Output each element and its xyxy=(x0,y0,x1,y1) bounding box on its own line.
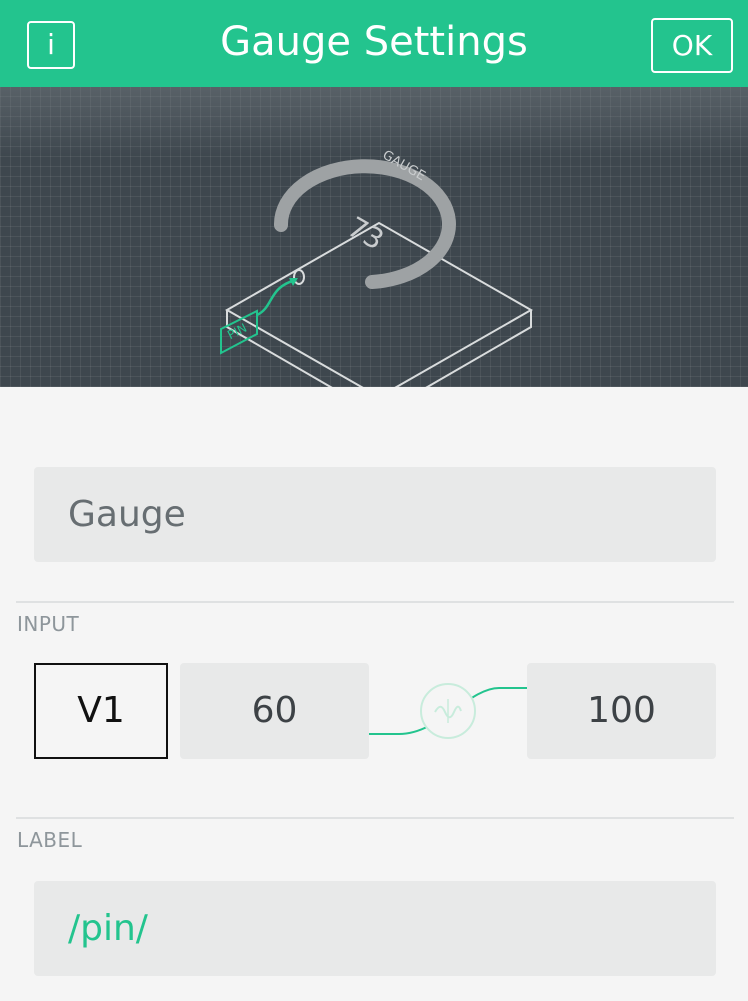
ok-button[interactable]: OK xyxy=(651,18,733,73)
gauge-device-illustration: PIN GAUGE 73 xyxy=(220,148,534,387)
divider xyxy=(16,817,734,819)
label-input[interactable]: /pin/ xyxy=(34,881,716,976)
max-value-input[interactable]: 100 xyxy=(527,663,716,759)
gauge-value: 73 xyxy=(342,210,389,256)
input-section-label: INPUT xyxy=(17,612,80,636)
pin-select-button[interactable]: V1 xyxy=(34,663,168,759)
label-section-label: LABEL xyxy=(17,828,83,852)
header-bar: i Gauge Settings OK xyxy=(0,0,748,87)
widget-preview: PIN GAUGE 73 xyxy=(0,87,748,387)
page-title: Gauge Settings xyxy=(220,19,528,65)
divider xyxy=(16,601,734,603)
min-value-input[interactable]: 60 xyxy=(180,663,369,759)
mapping-curve xyxy=(369,683,527,739)
widget-name-input[interactable]: Gauge xyxy=(34,467,716,562)
